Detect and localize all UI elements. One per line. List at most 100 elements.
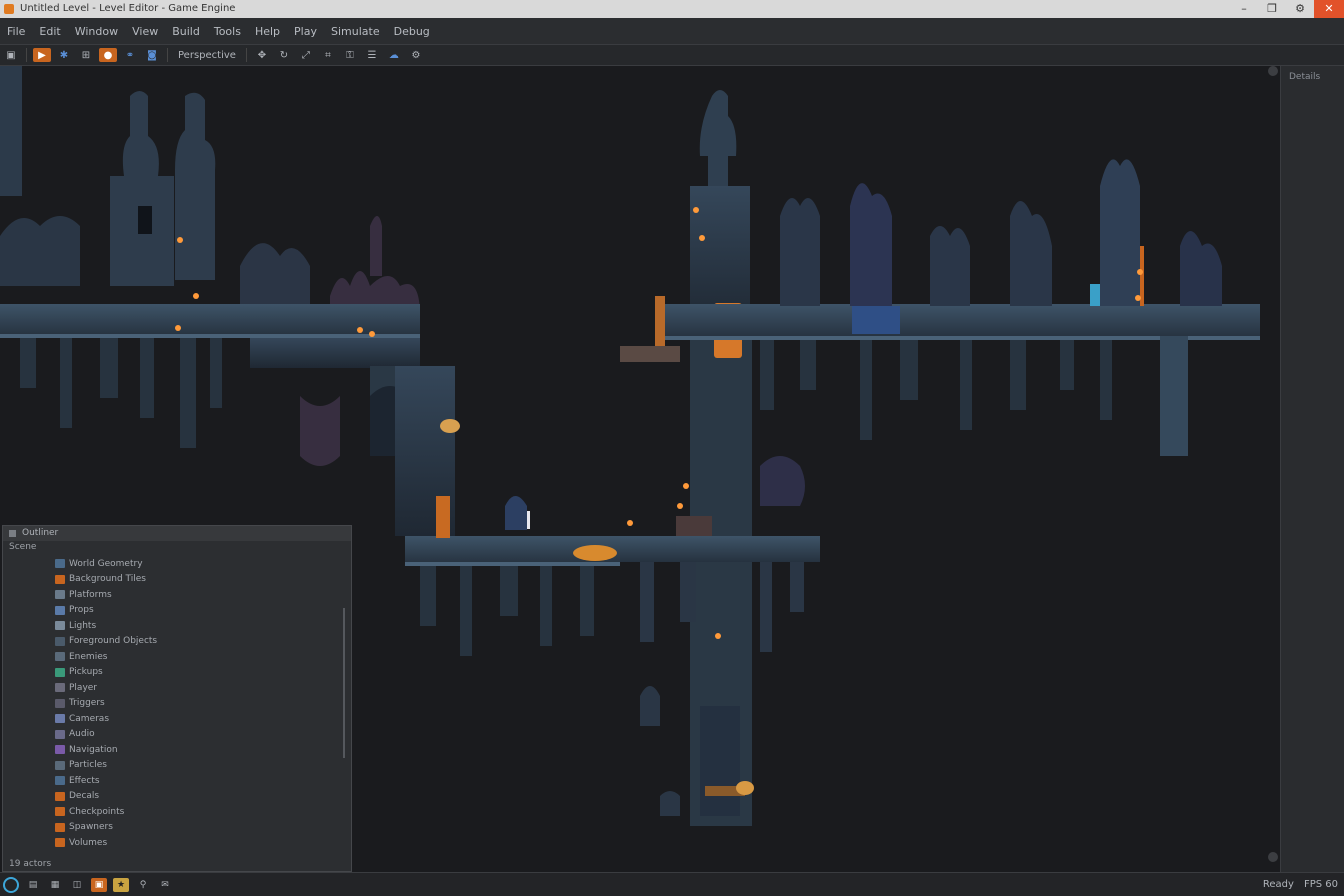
- status-right: Ready FPS 60: [1253, 879, 1344, 890]
- central-tower: [690, 90, 754, 826]
- torch-lights: [175, 237, 1143, 526]
- outliner-item[interactable]: Volumes: [3, 835, 351, 851]
- outliner-item-label: Volumes: [69, 837, 108, 848]
- outliner-icon: [9, 530, 16, 537]
- viewport-scroll-handle-top[interactable]: [1268, 66, 1278, 76]
- menu-window[interactable]: Window: [68, 25, 125, 38]
- link-icon[interactable]: ⚭: [121, 48, 139, 62]
- outliner-item[interactable]: Cameras: [3, 711, 351, 727]
- outliner-item[interactable]: Enemies: [3, 649, 351, 665]
- move-icon[interactable]: ✥: [253, 48, 271, 62]
- actor-icon: [55, 729, 65, 739]
- outliner-item[interactable]: Background Tiles: [3, 572, 351, 588]
- cloud-icon[interactable]: ☁: [385, 48, 403, 62]
- console-icon[interactable]: ◫: [69, 878, 85, 892]
- outliner-item[interactable]: Checkpoints: [3, 804, 351, 820]
- viewport-scroll-handle-bottom[interactable]: [1268, 852, 1278, 862]
- details-panel: Details: [1280, 66, 1344, 872]
- outliner-item[interactable]: Audio: [3, 727, 351, 743]
- outliner-scene-row[interactable]: Scene: [3, 541, 351, 553]
- toolbar-divider: [245, 48, 247, 62]
- outliner-item[interactable]: Effects: [3, 773, 351, 789]
- outliner-item[interactable]: Foreground Objects: [3, 634, 351, 650]
- outliner-item[interactable]: Triggers: [3, 696, 351, 712]
- toolbar-divider: [26, 48, 27, 62]
- actor-icon: [55, 574, 65, 584]
- outliner-item-label: Lights: [69, 620, 97, 631]
- outliner-item[interactable]: Pickups: [3, 665, 351, 681]
- minimize-button[interactable]: –: [1230, 0, 1258, 18]
- outliner-footer: 19 actors: [9, 859, 52, 869]
- content-icon[interactable]: ▤: [25, 878, 41, 892]
- snap-icon[interactable]: ⌗: [319, 48, 337, 62]
- outliner-item[interactable]: Platforms: [3, 587, 351, 603]
- save-icon[interactable]: ▣: [2, 48, 20, 62]
- actor-icon: [55, 714, 65, 724]
- outliner-item[interactable]: Particles: [3, 758, 351, 774]
- actor-icon: [55, 683, 65, 693]
- outliner-title: Outliner: [22, 528, 59, 538]
- circle-icon[interactable]: ●: [99, 48, 117, 62]
- build-icon[interactable]: ▣: [91, 877, 107, 892]
- viewport-mode-dropdown[interactable]: Perspective: [172, 50, 242, 61]
- play-icon[interactable]: ▶: [33, 48, 51, 62]
- outliner-item[interactable]: Props: [3, 603, 351, 619]
- menu-edit[interactable]: Edit: [32, 25, 67, 38]
- star-icon[interactable]: ★: [113, 877, 129, 892]
- outliner-item-label: Checkpoints: [69, 806, 125, 817]
- menu-play[interactable]: Play: [287, 25, 324, 38]
- actor-icon: [55, 559, 65, 569]
- menu-help[interactable]: Help: [248, 25, 287, 38]
- outliner-item-label: Audio: [69, 729, 95, 740]
- close-button[interactable]: ✕: [1314, 0, 1344, 18]
- lock-icon[interactable]: ⚿: [341, 48, 359, 62]
- outliner-item[interactable]: Lights: [3, 618, 351, 634]
- ring-icon[interactable]: [3, 876, 19, 893]
- message-icon[interactable]: ✉: [157, 878, 173, 892]
- actor-icon: [55, 590, 65, 600]
- menu-debug[interactable]: Debug: [387, 25, 437, 38]
- outliner-item[interactable]: Player: [3, 680, 351, 696]
- layers-icon[interactable]: ☰: [363, 48, 381, 62]
- actor-icon: [55, 605, 65, 615]
- outliner-item[interactable]: Spawners: [3, 820, 351, 836]
- outliner-item[interactable]: Decals: [3, 789, 351, 805]
- menu-tools[interactable]: Tools: [207, 25, 248, 38]
- menu-view[interactable]: View: [125, 25, 165, 38]
- actor-icon: [55, 621, 65, 631]
- rotate-icon[interactable]: ↻: [275, 48, 293, 62]
- menu-file[interactable]: File: [0, 25, 32, 38]
- actor-icon: [55, 760, 65, 770]
- outliner-item[interactable]: Navigation: [3, 742, 351, 758]
- maximize-button[interactable]: ❐: [1258, 0, 1286, 18]
- pin-icon[interactable]: ⚲: [135, 878, 151, 892]
- fps-readout: FPS 60: [1303, 879, 1338, 890]
- actor-icon: [55, 791, 65, 801]
- actor-icon: [55, 745, 65, 755]
- outliner-item-label: Decals: [69, 791, 100, 802]
- camera-icon[interactable]: ◙: [143, 48, 161, 62]
- actor-icon: [55, 667, 65, 677]
- outliner-item-label: Foreground Objects: [69, 636, 158, 647]
- settings-icon[interactable]: ⚙: [407, 48, 425, 62]
- toolbar: ▣ ▶ ✱ ⊞ ● ⚭ ◙ Perspective ✥ ↻ ⤢ ⌗ ⚿ ☰ ☁ …: [0, 45, 1344, 66]
- scale-icon[interactable]: ⤢: [297, 48, 315, 62]
- settings-button[interactable]: ⚙: [1286, 0, 1314, 18]
- outliner-item-label: Triggers: [69, 698, 105, 709]
- outliner-list: World Geometry Background Tiles Platforms P…: [3, 556, 351, 851]
- outliner-header: Outliner: [3, 526, 351, 541]
- outliner-item-label: Effects: [69, 775, 100, 786]
- menu-simulate[interactable]: Simulate: [324, 25, 387, 38]
- actor-icon: [55, 822, 65, 832]
- menu-build[interactable]: Build: [165, 25, 207, 38]
- outliner-item-label: Navigation: [69, 744, 118, 755]
- outliner-item-label: Particles: [69, 760, 107, 771]
- outliner-item-label: Spawners: [69, 822, 113, 833]
- outliner-panel: Outliner Scene World Geometry Background …: [2, 525, 352, 872]
- gear-icon[interactable]: ✱: [55, 48, 73, 62]
- outliner-item[interactable]: World Geometry: [3, 556, 351, 572]
- outliner-item-label: Props: [69, 605, 94, 616]
- grid-icon[interactable]: ⊞: [77, 48, 95, 62]
- folder-icon[interactable]: ▦: [47, 878, 63, 892]
- outliner-scrollbar[interactable]: [343, 608, 345, 758]
